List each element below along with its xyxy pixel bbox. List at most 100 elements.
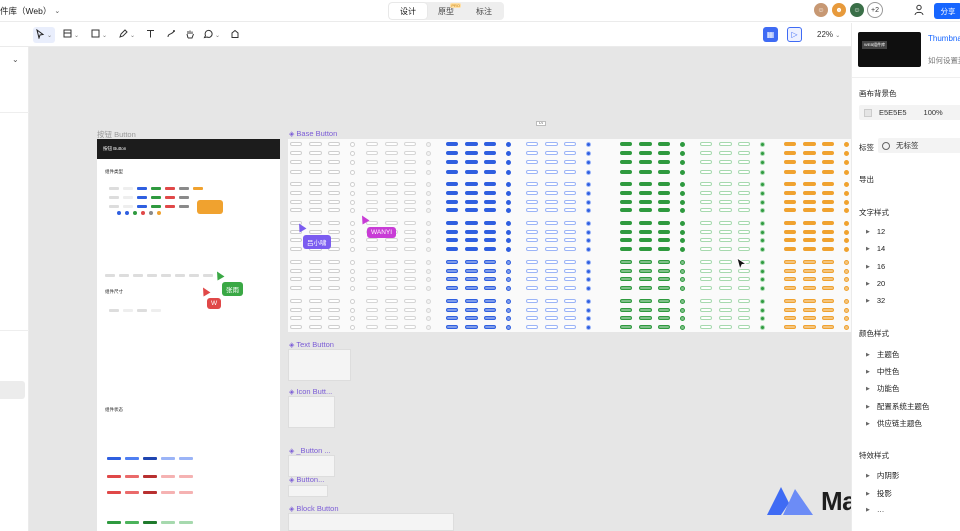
icon-button-frame[interactable] xyxy=(288,396,335,428)
button-swatch xyxy=(465,269,478,273)
icon-button-swatch xyxy=(426,199,431,205)
text-style-item[interactable]: ▶ 16 xyxy=(866,262,885,271)
canvas-bg-hex[interactable]: E5E5E5 xyxy=(879,108,907,117)
frame-label-block-button[interactable]: ◈ Block Button xyxy=(289,504,339,513)
color-style-label: 配置系统主题色 xyxy=(876,402,930,411)
thumbnail-link[interactable]: Thumbnail xyxy=(928,34,960,43)
effect-style-label: 投影 xyxy=(876,489,892,498)
text-button-frame[interactable] xyxy=(288,349,351,381)
avatar[interactable]: ☺ xyxy=(813,2,829,18)
hand-tool[interactable] xyxy=(185,27,195,43)
shape-tool[interactable]: ⌄ xyxy=(91,27,107,43)
effect-style-item[interactable]: ▶ 内阴影 xyxy=(866,470,899,481)
caret-right-icon: ▶ xyxy=(866,263,870,270)
tab-annotation[interactable]: 标注 xyxy=(465,3,503,19)
design-canvas[interactable]: 1/1 按钮 Button 按钮 Button 组件类型 组件尺寸 组件状态 ◈… xyxy=(29,47,851,531)
button-swatch xyxy=(719,269,732,273)
avatar[interactable]: ☺ xyxy=(849,2,865,18)
tab-design[interactable]: 设计 xyxy=(389,3,427,19)
move-tool[interactable]: ⌄ xyxy=(33,27,55,43)
icon-button-swatch xyxy=(426,169,431,175)
thumbnail-help[interactable]: 如何设置封面 xyxy=(928,55,960,66)
icon-button-swatch xyxy=(426,285,431,291)
pen-tool[interactable]: ⌄ xyxy=(118,27,135,43)
button-swatch xyxy=(700,230,712,234)
button-swatch xyxy=(738,286,750,290)
button-swatch xyxy=(366,170,378,174)
icon-button-swatch xyxy=(680,207,685,213)
button-swatch xyxy=(620,308,632,312)
component-tool[interactable] xyxy=(230,27,240,43)
button-doc-frame[interactable]: 按钮 Button 组件类型 组件尺寸 组件状态 xyxy=(97,139,280,531)
icon-button-swatch xyxy=(680,324,685,330)
play-button[interactable]: ▷ xyxy=(787,27,802,42)
button-swatch xyxy=(385,269,398,273)
thumbnail-preview[interactable]: WEB组件库 xyxy=(858,32,921,67)
icon-button-swatch xyxy=(350,190,355,196)
frame-label-base-button[interactable]: ◈ Base Button xyxy=(289,129,337,138)
button-group-frame[interactable] xyxy=(288,455,335,477)
button-swatch xyxy=(309,299,322,303)
canvas-bg-color-field[interactable]: E5E5E5 100% xyxy=(859,105,960,120)
button-swatch xyxy=(738,308,750,312)
button-swatch xyxy=(328,200,340,204)
color-style-item[interactable]: ▶ 功能色 xyxy=(866,383,899,394)
icon-button-swatch xyxy=(760,190,765,196)
icon-button-swatch xyxy=(350,324,355,330)
icon-button-swatch xyxy=(586,199,591,205)
text-style-item[interactable]: ▶ 14 xyxy=(866,244,885,253)
document-title[interactable]: 件库（Web） ⌄ xyxy=(0,5,60,17)
effect-style-item[interactable]: ▶… xyxy=(866,505,884,514)
button-swatch xyxy=(404,200,416,204)
selected-layer-row[interactable] xyxy=(0,381,25,399)
document-title-text: 件库（Web） xyxy=(0,6,52,16)
avatar[interactable]: ☻ xyxy=(831,2,847,18)
color-swatch[interactable] xyxy=(864,108,872,117)
more-collaborators-badge[interactable]: +2 xyxy=(867,2,883,18)
effect-style-item[interactable]: ▶ 投影 xyxy=(866,488,892,499)
frame-tool[interactable]: ⌄ xyxy=(63,27,79,43)
button-swatch xyxy=(719,286,732,290)
color-style-item[interactable]: ▶ 供应链主题色 xyxy=(866,418,922,429)
color-style-item[interactable]: ▶ 中性色 xyxy=(866,366,899,377)
button-swatch xyxy=(658,299,670,303)
button-swatch xyxy=(719,325,732,329)
frame-label-button-group[interactable]: ◈ _Button ... xyxy=(289,446,331,455)
button-swatch xyxy=(620,151,632,155)
comment-tool[interactable]: ⌄ xyxy=(203,27,220,43)
text-style-item[interactable]: ▶ 20 xyxy=(866,279,885,288)
chevron-down-icon[interactable]: ⌄ xyxy=(12,55,19,64)
share-button[interactable]: 分享 xyxy=(934,3,960,19)
component-set-icon: ◈ xyxy=(289,476,295,484)
frame-label-text-button[interactable]: ◈ Text Button xyxy=(289,340,334,349)
layout-grid-button[interactable]: ▦ xyxy=(763,27,778,42)
icon-button-swatch xyxy=(586,169,591,175)
frame-label-icon-button[interactable]: ◈ Icon Butt... xyxy=(289,387,332,396)
frame-label-button-variant[interactable]: ◈ Button... xyxy=(289,475,324,484)
text-style-item[interactable]: ▶ 12 xyxy=(866,227,885,236)
frame-label-text: Block Button xyxy=(296,504,339,513)
button-swatch xyxy=(545,299,558,303)
tab-prototype[interactable]: 原型 PRO xyxy=(427,3,465,19)
text-tool[interactable] xyxy=(146,27,155,43)
button-swatch xyxy=(564,277,576,281)
color-style-item[interactable]: ▶ 配置系统主题色 xyxy=(866,401,929,412)
canvas-bg-opacity[interactable]: 100% xyxy=(924,108,943,117)
chevron-down-icon[interactable]: ⌄ xyxy=(54,7,60,15)
icon-button-swatch xyxy=(760,229,765,235)
button-swatch xyxy=(803,208,816,212)
block-button-frame[interactable] xyxy=(288,513,454,531)
zoom-control[interactable]: 22% ⌄ xyxy=(817,30,840,39)
button-swatch xyxy=(784,230,796,234)
button-swatch xyxy=(446,221,458,225)
text-style-item[interactable]: ▶ 32 xyxy=(866,296,885,305)
export-heading[interactable]: 导出 xyxy=(859,174,874,185)
tag-select[interactable]: 无标签 xyxy=(878,138,960,153)
button-swatch xyxy=(564,238,576,242)
connector-tool[interactable] xyxy=(166,27,176,43)
button-swatch xyxy=(738,200,750,204)
button-variant-frame[interactable] xyxy=(288,485,328,497)
color-style-item[interactable]: ▶ 主题色 xyxy=(866,349,899,360)
user-icon[interactable] xyxy=(913,4,925,16)
button-swatch xyxy=(484,286,496,290)
